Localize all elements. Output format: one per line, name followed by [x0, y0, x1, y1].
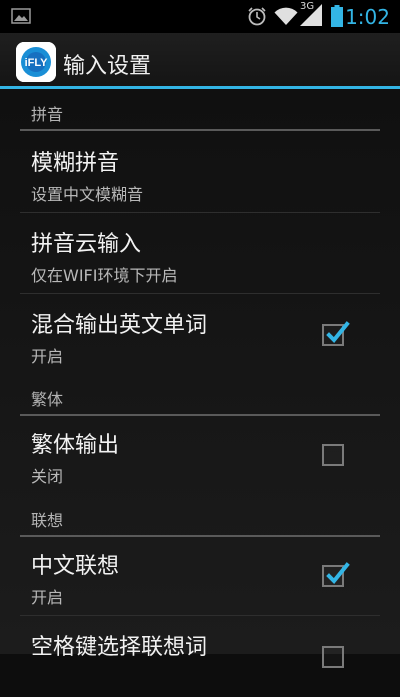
pref-title: 繁体输出	[31, 433, 120, 458]
pref-title: 混合输出英文单词	[31, 313, 208, 338]
wifi-icon	[274, 7, 298, 25]
space-select-checkbox[interactable]	[322, 646, 344, 668]
page-title: 输入设置	[63, 54, 152, 79]
app-logo-text: iFLY	[25, 57, 48, 69]
category-label: 繁体	[31, 390, 64, 409]
pref-mixed-english-output[interactable]: 混合输出英文单词 开启	[20, 295, 380, 375]
checkmark-icon	[326, 321, 350, 343]
pref-title: 空格键选择联想词	[31, 635, 208, 660]
pref-space-select-association[interactable]: 空格键选择联想词	[20, 617, 380, 697]
chinese-association-checkbox[interactable]	[322, 562, 350, 587]
pref-pinyin-cloud-input[interactable]: 拼音云输入 仅在WIFI环境下开启	[20, 214, 380, 294]
action-bar: iFLY 输入设置	[0, 33, 400, 89]
status-clock: 1:02	[345, 5, 390, 29]
pref-summary: 设置中文模糊音	[31, 185, 144, 204]
pref-chinese-association[interactable]: 中文联想 开启	[20, 536, 380, 616]
pref-title: 中文联想	[31, 554, 120, 579]
traditional-output-checkbox[interactable]	[322, 444, 344, 466]
pref-summary: 开启	[31, 347, 64, 366]
checkmark-icon	[326, 562, 350, 584]
battery-icon	[331, 5, 343, 27]
category-label: 联想	[31, 511, 64, 530]
gallery-icon	[11, 8, 31, 24]
category-association: 联想	[20, 495, 380, 537]
pref-title: 模糊拼音	[31, 151, 120, 176]
status-bar: 3G 1:02	[0, 0, 400, 33]
pref-summary: 关闭	[31, 467, 64, 486]
category-pinyin: 拼音	[20, 89, 380, 131]
signal-icon	[300, 4, 322, 26]
pref-title: 拼音云输入	[31, 232, 142, 257]
settings-list[interactable]: 拼音 模糊拼音 设置中文模糊音 拼音云输入 仅在WIFI环境下开启 混合输出英文…	[0, 89, 400, 668]
app-logo[interactable]: iFLY	[16, 42, 56, 82]
pref-fuzzy-pinyin[interactable]: 模糊拼音 设置中文模糊音	[20, 133, 380, 213]
category-traditional: 繁体	[20, 374, 380, 416]
alarm-icon	[248, 7, 266, 26]
mixed-english-checkbox[interactable]	[322, 321, 350, 346]
pref-summary: 开启	[31, 588, 64, 607]
pref-summary: 仅在WIFI环境下开启	[31, 266, 178, 285]
category-label: 拼音	[31, 105, 64, 124]
pref-traditional-output[interactable]: 繁体输出 关闭	[20, 415, 380, 495]
